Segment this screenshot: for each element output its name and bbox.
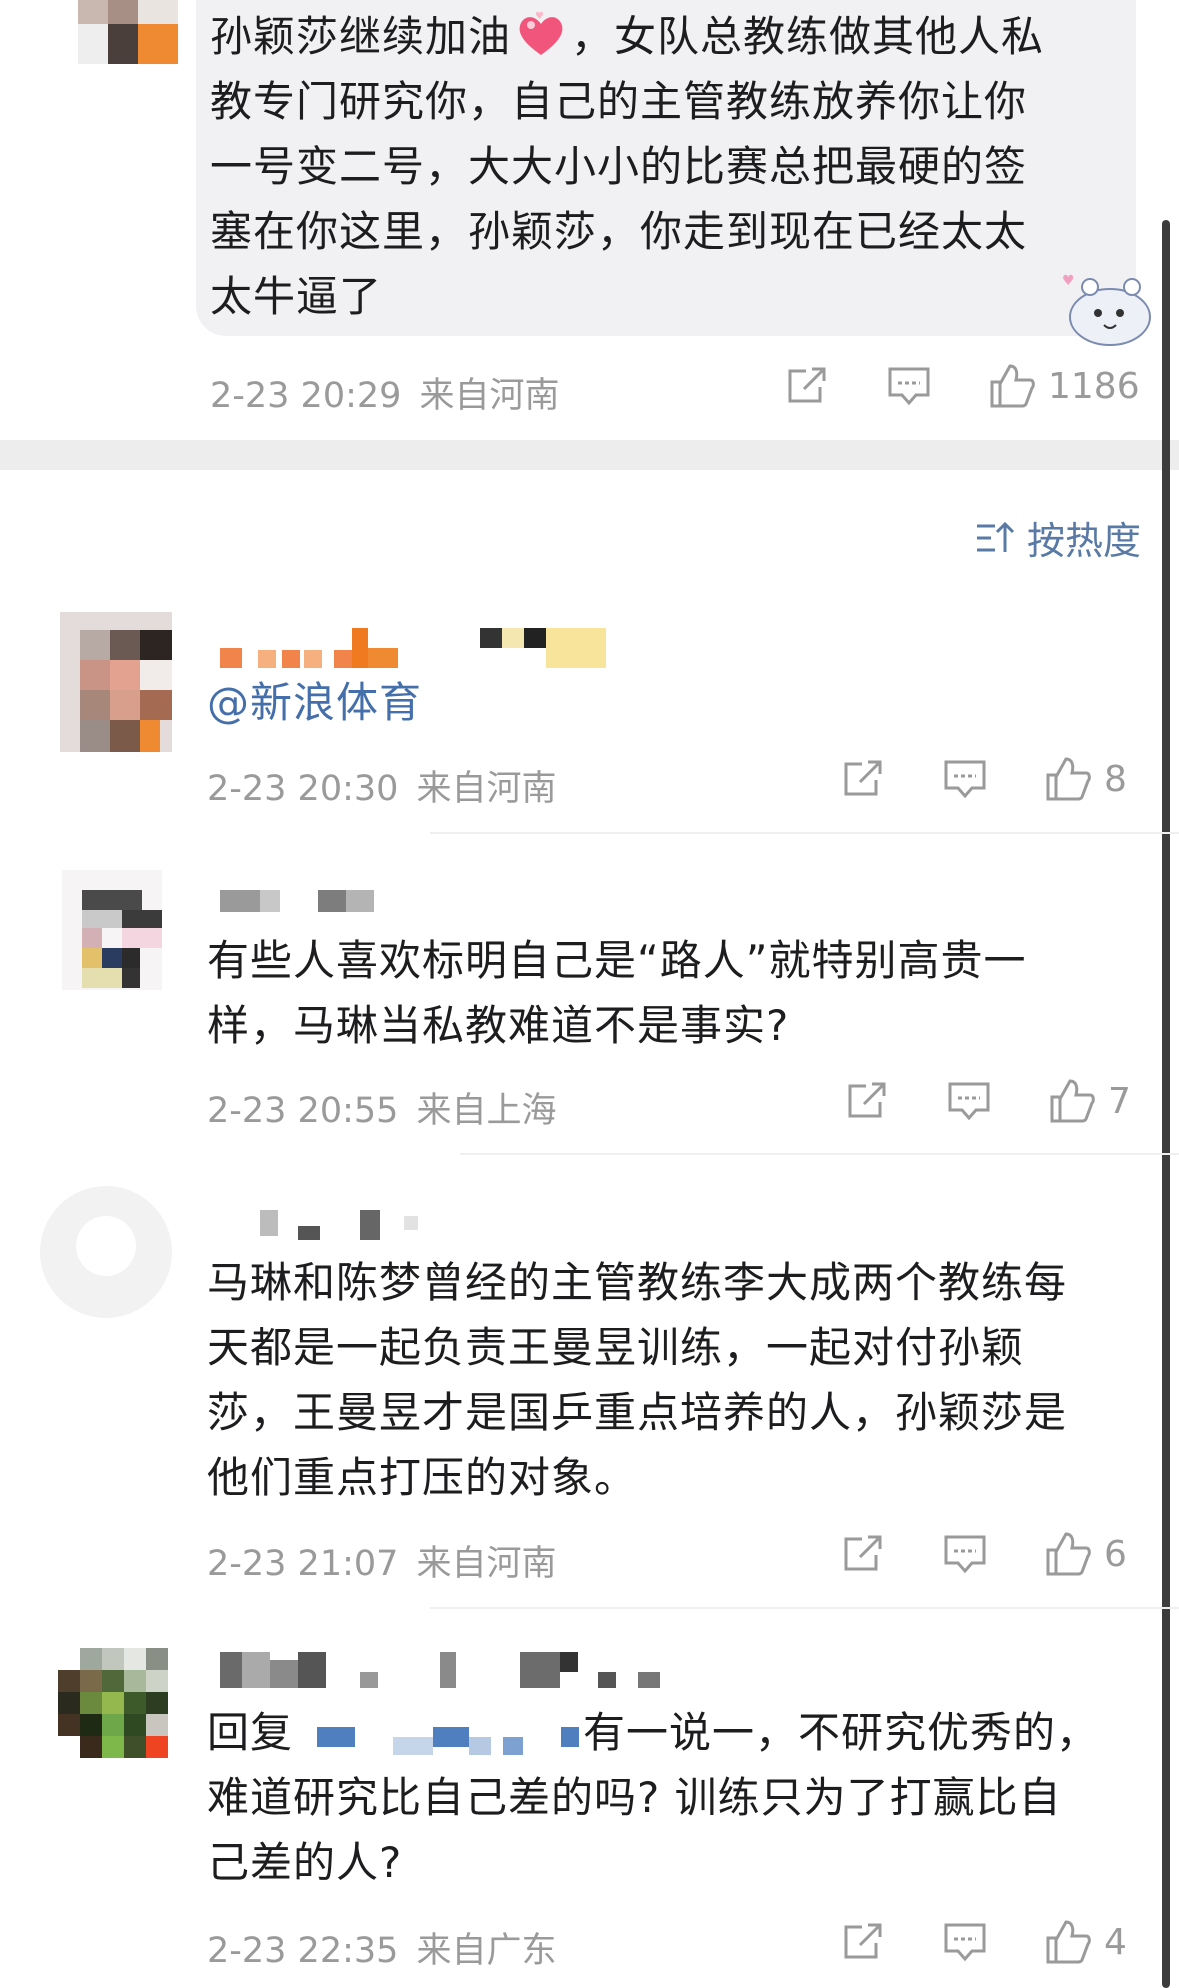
share-icon[interactable] [840,1919,886,1965]
comment-location: 来自河南 [416,1544,557,1584]
scrollbar[interactable] [1162,220,1170,1988]
comment-actions: 7 [844,1077,1131,1125]
like-icon[interactable] [1044,755,1092,803]
like-icon[interactable] [1044,1530,1092,1578]
svg-text:♥: ♥ [535,11,545,22]
like-count: 8 [1104,758,1127,800]
comment-meta: 2-23 21:07 来自河南 [207,1535,556,1586]
avatar[interactable] [58,1648,182,1772]
sort-label: 按热度 [1027,519,1142,563]
sort-by-hot-toggle[interactable]: 按热度 [975,510,1141,565]
mention-link[interactable]: @新浪体育 [207,678,422,727]
comment-meta: 2-23 20:30 来自河南 [207,760,556,811]
share-icon[interactable] [784,363,830,409]
comment-text: @新浪体育 [207,670,422,735]
comment-icon[interactable] [886,363,932,409]
comment-time: 2-23 22:35 [207,1931,399,1971]
share-icon[interactable] [844,1078,890,1124]
section-divider [0,440,1179,470]
top-comment-actions: 1186 [784,362,1140,410]
like-icon[interactable] [988,362,1036,410]
comment-separator [430,832,1179,834]
like-icon[interactable] [1048,1077,1096,1125]
reply-label: 回复 [207,1708,294,1757]
comment-time: 2-23 20:55 [207,1091,399,1131]
like-icon[interactable] [1044,1918,1092,1966]
username-blurred[interactable] [218,888,418,928]
comment-separator [460,1153,1179,1155]
avatar[interactable] [60,612,172,752]
avatar[interactable] [62,870,162,990]
avatar[interactable] [40,1186,172,1318]
comment-location: 来自河南 [416,769,557,809]
comment-icon[interactable] [946,1078,992,1124]
comment-text: 有些人喜欢标明自己是“路人”就特别高贵一 样，马琳当私教难道不是事实? [207,936,1027,1050]
svg-text:♥: ♥ [1062,273,1075,289]
like-count: 6 [1104,1533,1127,1575]
like-count: 1186 [1048,365,1140,407]
comment-text: 回复 有一说一，不研究优秀的， 难道研究比自己差的吗? 训练只为了打赢比自 己差… [207,1707,1100,1887]
comment-icon[interactable] [942,1531,988,1577]
comment-time: 2-23 20:29 [210,376,402,416]
comment-actions: 4 [840,1918,1127,1966]
reply-target-blurred[interactable] [293,1707,583,1757]
comment-icon[interactable] [942,1919,988,1965]
share-icon[interactable] [840,756,886,802]
like-count: 7 [1108,1080,1131,1122]
comment-time: 2-23 20:30 [207,769,399,809]
share-icon[interactable] [840,1531,886,1577]
comment-meta: 2-23 22:35 来自广东 [207,1922,556,1973]
comment-actions: 6 [840,1530,1127,1578]
comment-actions: 8 [840,755,1127,803]
username-blurred[interactable] [218,1652,698,1692]
avatar[interactable] [78,0,178,64]
username-blurred[interactable] [218,628,618,668]
top-comment-text: 孙颖莎继续加油 ♥ ，女队总教练做其他人私 教专门研究你，自己的主管教练放养你让… [210,11,1045,321]
heart-emoji-icon: ♥ [515,11,567,59]
sort-icon [975,520,1015,556]
sticker-icon: ♥ [1060,265,1160,355]
comment-location: 来自上海 [416,1091,557,1131]
comment-text: 马琳和陈梦曾经的主管教练李大成两个教练每 天都是一起负责王曼昱训练，一起对付孙颖… [207,1258,1068,1502]
comment-meta: 2-23 20:55 来自上海 [207,1082,556,1133]
comment-location: 来自广东 [416,1931,557,1971]
comment-location: 来自河南 [419,376,560,416]
comment-separator [430,1607,1179,1609]
comment-time: 2-23 21:07 [207,1544,399,1584]
username-blurred[interactable] [240,1208,440,1248]
top-comment-meta: 2-23 20:29 来自河南 [210,367,559,418]
like-count: 4 [1104,1921,1127,1963]
comment-icon[interactable] [942,756,988,802]
